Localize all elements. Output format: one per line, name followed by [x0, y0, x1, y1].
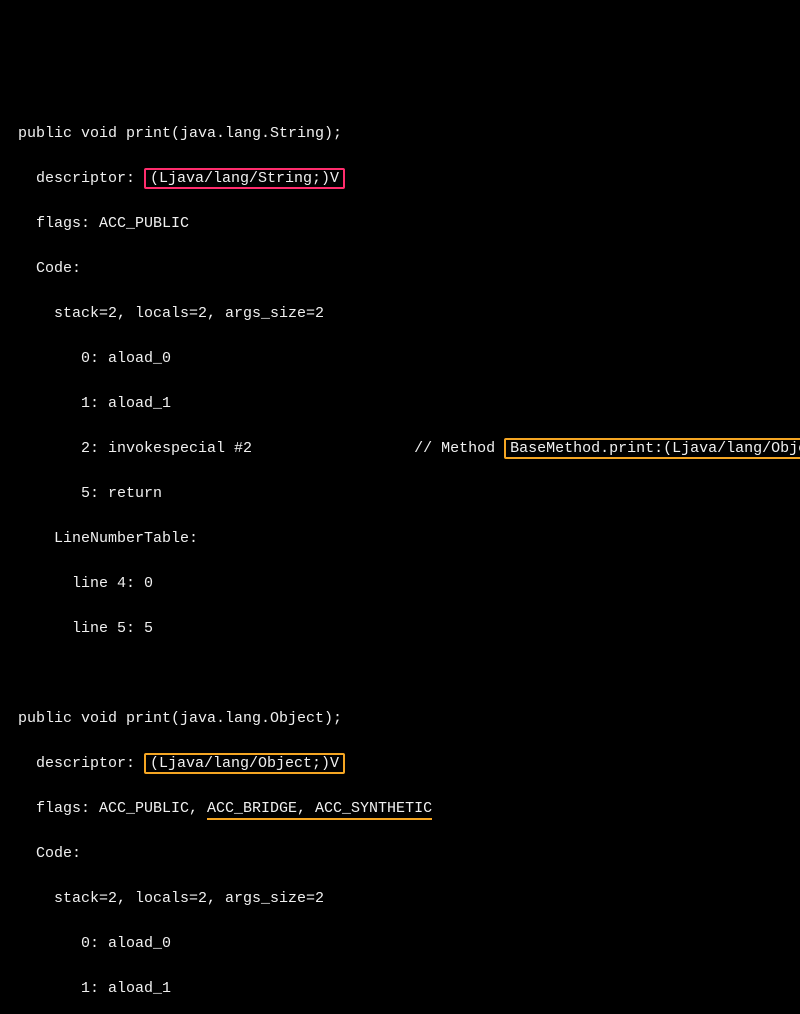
method1-descriptor: descriptor: (Ljava/lang/String;)V	[18, 168, 782, 191]
descriptor-value-highlight-pink: (Ljava/lang/String;)V	[144, 168, 345, 189]
method2-flags: flags: ACC_PUBLIC, ACC_BRIDGE, ACC_SYNTH…	[18, 798, 782, 821]
descriptor-label: descriptor:	[18, 755, 144, 772]
method2-signature: public void print(java.lang.Object);	[18, 708, 782, 731]
descriptor-label: descriptor:	[18, 170, 144, 187]
method-ref-highlight-orange: BaseMethod.print:(Ljava/lang/Object;)V	[504, 438, 800, 459]
bytecode-instruction: 2: invokespecial #2 // Method BaseMethod…	[18, 438, 782, 461]
instruction-text: 2: invokespecial #2	[18, 440, 414, 457]
line-number-table-label: LineNumberTable:	[18, 528, 782, 551]
method2-descriptor: descriptor: (Ljava/lang/Object;)V	[18, 753, 782, 776]
bytecode-instruction: 5: return	[18, 483, 782, 506]
descriptor-value-highlight-orange: (Ljava/lang/Object;)V	[144, 753, 345, 774]
bytecode-instruction: 0: aload_0	[18, 348, 782, 371]
stack-info: stack=2, locals=2, args_size=2	[18, 303, 782, 326]
bytecode-instruction: 1: aload_1	[18, 393, 782, 416]
code-label: Code:	[18, 258, 782, 281]
bytecode-listing: public void print(java.lang.String); des…	[18, 100, 782, 1014]
line-number-entry: line 4: 0	[18, 573, 782, 596]
line-number-entry: line 5: 5	[18, 618, 782, 641]
code-label: Code:	[18, 843, 782, 866]
method1-signature: public void print(java.lang.String);	[18, 123, 782, 146]
blank-line	[18, 663, 782, 686]
method1-flags: flags: ACC_PUBLIC	[18, 213, 782, 236]
flags-prefix: flags: ACC_PUBLIC,	[18, 800, 207, 817]
flags-underline-highlight: ACC_BRIDGE, ACC_SYNTHETIC	[207, 800, 432, 820]
bytecode-instruction: 1: aload_1	[18, 978, 782, 1001]
bytecode-instruction: 0: aload_0	[18, 933, 782, 956]
comment-prefix: // Method	[414, 440, 504, 457]
stack-info: stack=2, locals=2, args_size=2	[18, 888, 782, 911]
